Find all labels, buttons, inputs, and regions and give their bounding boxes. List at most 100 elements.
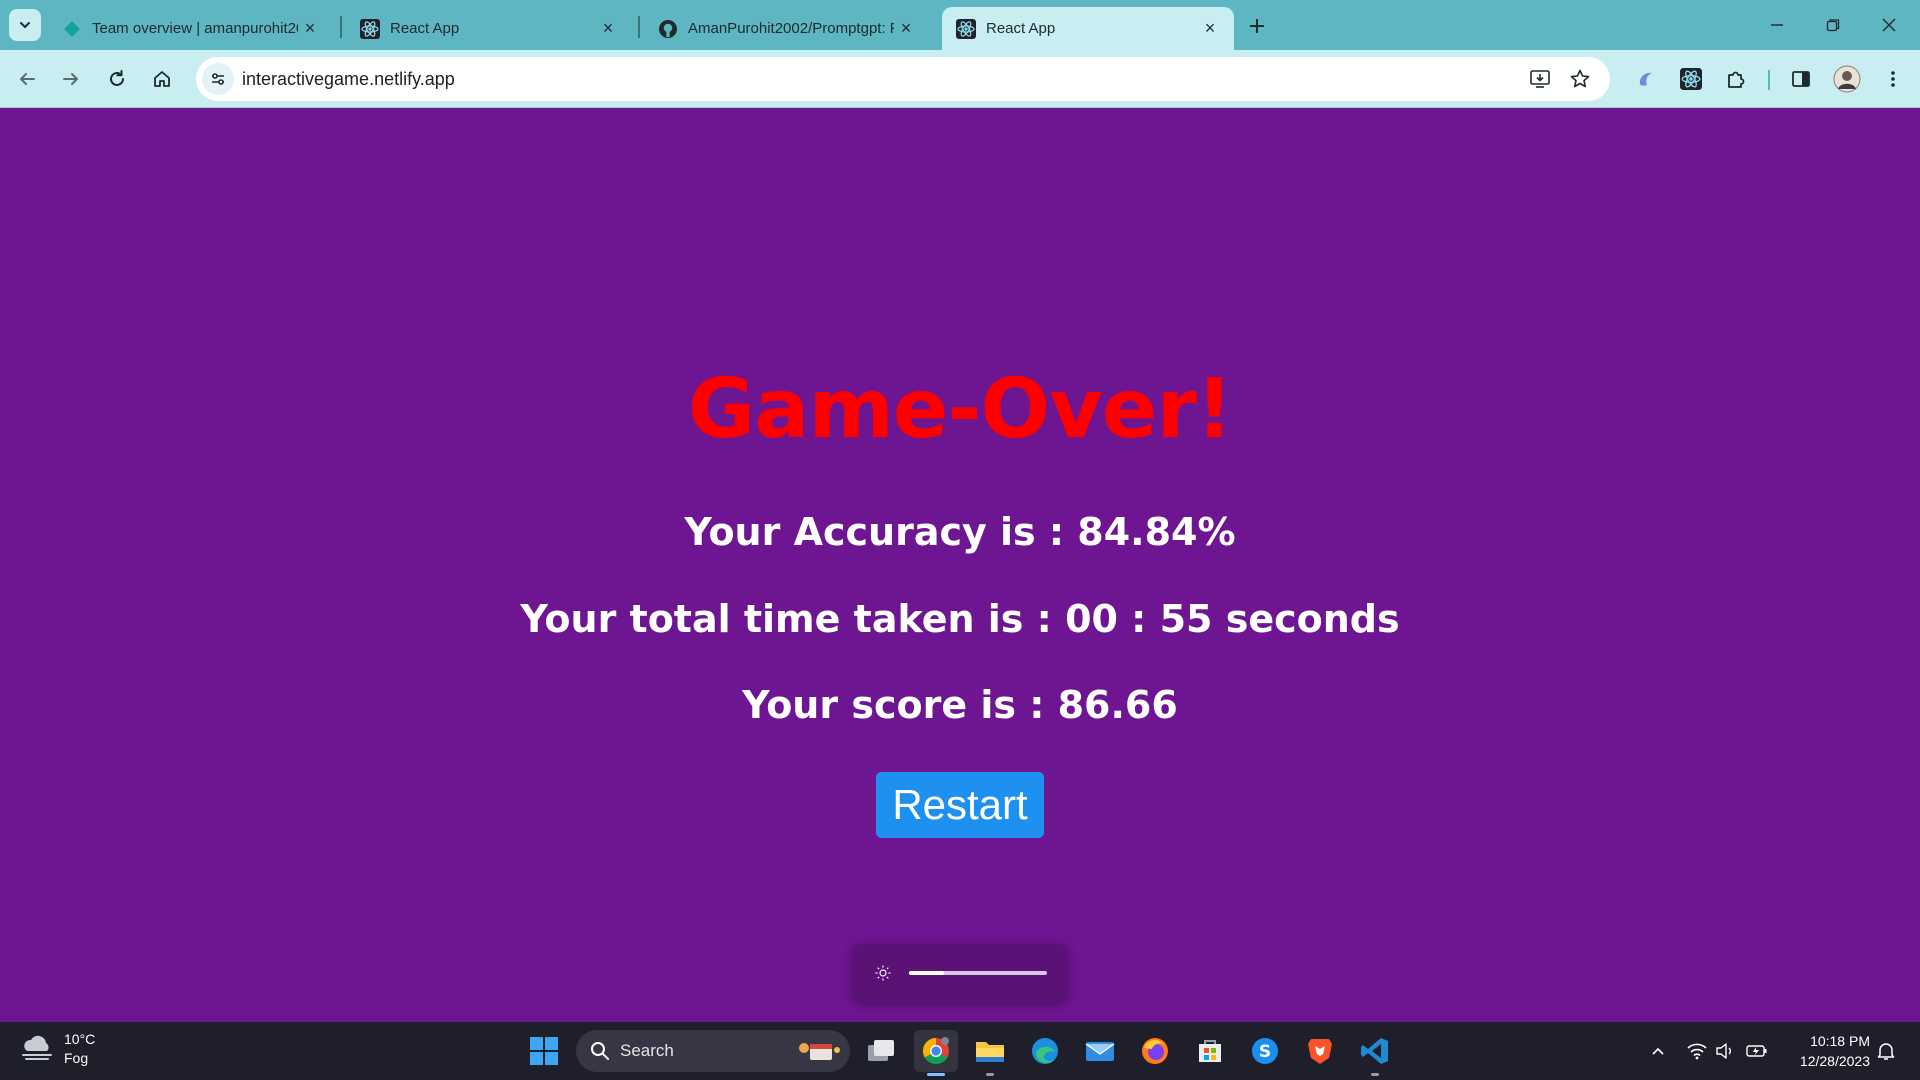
close-tab-icon[interactable]: × [1198,17,1222,41]
extensions-menu-button[interactable] [1719,62,1753,96]
brightness-slider[interactable] [909,971,1047,975]
brightness-flyout [853,944,1067,1002]
close-tab-icon[interactable]: × [894,17,918,41]
brave-button[interactable] [1298,1030,1342,1072]
tab-divider [340,16,342,38]
weather-temp: 10°C [64,1031,96,1047]
minimize-button[interactable] [1754,8,1800,42]
react-icon [956,18,976,39]
restore-button[interactable] [1810,8,1856,42]
tab-title: React App [390,20,460,37]
arrow-right-icon [63,73,78,85]
install-app-button[interactable] [1526,65,1554,93]
restart-button[interactable]: Restart [876,772,1044,838]
brave-lion-icon [1308,1039,1332,1064]
folder-icon [976,1042,1004,1062]
extension-button[interactable] [1629,62,1663,96]
sun-icon [873,963,893,983]
reload-button[interactable] [100,62,134,96]
accuracy-text: Your Accuracy is : 84.84% [684,510,1236,554]
skype-button[interactable]: S [1243,1030,1287,1072]
profile-button[interactable] [1830,62,1864,96]
browser-toolbar: interactivegame.netlify.app [0,50,1920,108]
forward-button[interactable] [54,62,88,96]
back-button[interactable] [10,62,44,96]
reload-icon [110,70,124,86]
page-content: Game-Over! Your Accuracy is : 84.84% You… [0,108,1920,1022]
tab-react-app-active[interactable]: React App × [942,7,1234,50]
system-clock[interactable]: 10:18 PM 12/28/2023 [1778,1031,1870,1071]
tab-team-overview[interactable]: Team overview | amanpurohit2002 × [48,7,334,50]
side-panel-icon [1792,71,1810,87]
react-icon [360,18,380,39]
close-window-button[interactable] [1866,8,1912,42]
skype-icon: S [1252,1038,1278,1064]
search-highlight-icon [799,1043,840,1060]
speaker-icon [1716,1043,1731,1059]
taskbar: 10°C Fog Search S 10:18 PM 12/28/2023 [0,1022,1920,1080]
install-icon [1530,70,1550,88]
mail-icon [1085,1042,1115,1061]
close-icon [1882,18,1896,32]
tab-github-promptgpt[interactable]: AmanPurohit2002/Promptgpt: P × [644,7,930,50]
edge-button[interactable] [1023,1030,1067,1072]
fog-cloud-icon [22,1035,52,1060]
svg-text:S: S [1259,1042,1271,1062]
tab-search-button[interactable] [9,9,41,41]
vscode-icon [1361,1038,1388,1064]
game-over-title: Game-Over! [687,362,1233,457]
bell-icon [1877,1043,1895,1060]
close-tab-icon[interactable]: × [298,17,322,41]
site-info-icon[interactable] [202,63,234,95]
tab-title: AmanPurohit2002/Promptgpt: P [688,20,894,37]
running-indicator [927,1073,945,1076]
url-text[interactable]: interactivegame.netlify.app [242,69,455,90]
address-bar[interactable]: interactivegame.netlify.app [196,57,1610,101]
chrome-icon [922,1037,949,1065]
clock-date: 12/28/2023 [1799,1053,1870,1069]
bookmark-button[interactable] [1566,65,1594,93]
firefox-icon [1142,1038,1168,1064]
react-icon [1680,68,1702,90]
tab-react-app-1[interactable]: React App × [346,7,632,50]
side-panel-button[interactable] [1784,62,1818,96]
mail-button[interactable] [1078,1030,1122,1072]
chevron-up-icon [1652,1047,1664,1055]
firefox-button[interactable] [1133,1030,1177,1072]
show-hidden-icons-button[interactable] [1644,1036,1672,1066]
notifications-button[interactable] [1872,1036,1900,1066]
browser-menu-button[interactable] [1876,62,1910,96]
store-icon [1199,1040,1221,1062]
task-view-button[interactable] [859,1030,903,1072]
chrome-taskbar-button[interactable] [914,1030,958,1076]
search-placeholder: Search [620,1041,674,1060]
arrow-left-icon [20,73,35,85]
wifi-status[interactable] [1683,1036,1711,1066]
score-text: Your score is : 86.66 [742,683,1178,727]
star-icon [1570,69,1590,88]
taskbar-search[interactable]: Search [576,1030,850,1072]
battery-status[interactable] [1743,1036,1771,1066]
brightness-slider-fill [909,971,944,975]
close-tab-icon[interactable]: × [596,17,620,41]
microsoft-store-button[interactable] [1188,1030,1232,1072]
extension-swirl-icon [1639,72,1652,86]
file-explorer-button[interactable] [968,1030,1012,1076]
time-taken-text: Your total time taken is : 00 : 55 secon… [520,597,1400,641]
netlify-icon [62,19,82,39]
new-tab-button[interactable] [1243,12,1271,40]
tab-title: Team overview | amanpurohit2002 [92,20,298,37]
toolbar-divider [1768,70,1770,90]
vscode-button[interactable] [1353,1030,1397,1076]
weather-widget[interactable]: 10°C Fog [20,1030,95,1068]
tab-title: React App [986,20,1056,37]
running-indicator [986,1073,994,1076]
avatar [1833,65,1861,93]
battery-charging-icon [1746,1045,1767,1057]
volume-status[interactable] [1711,1036,1739,1066]
home-button[interactable] [145,62,179,96]
start-button[interactable] [522,1030,566,1072]
plus-icon [1250,19,1264,33]
chevron-down-icon [20,22,30,29]
react-devtools-button[interactable] [1674,62,1708,96]
